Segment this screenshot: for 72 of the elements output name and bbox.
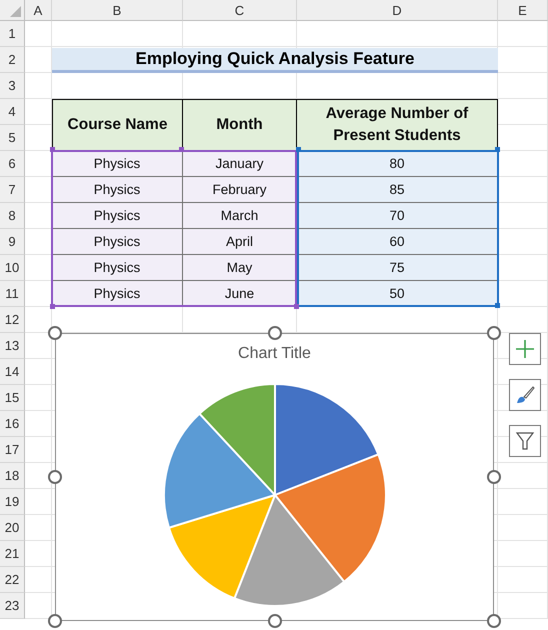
resize-handle[interactable] (268, 614, 282, 628)
selection-handle[interactable] (294, 304, 299, 309)
brush-icon (515, 385, 535, 405)
filter-icon (515, 431, 535, 451)
row-header[interactable]: 2 (0, 47, 25, 73)
column-header[interactable]: B (52, 0, 183, 21)
table-cell: April (183, 229, 297, 255)
row-header[interactable]: 14 (0, 359, 25, 385)
table-cell: 80 (297, 151, 498, 177)
table-cell: 75 (297, 255, 498, 281)
sheet-title: Employing Quick Analysis Feature (52, 48, 498, 73)
table-cell: January (183, 151, 297, 177)
row-header[interactable]: 10 (0, 255, 25, 281)
table-cell: Physics (52, 177, 183, 203)
selection-handle[interactable] (296, 147, 301, 152)
table-cell: Physics (52, 151, 183, 177)
selection-handle[interactable] (495, 147, 500, 152)
chart-elements-button[interactable] (509, 333, 541, 365)
row-header[interactable]: 4 (0, 99, 25, 125)
row-header[interactable]: 19 (0, 489, 25, 515)
row-header[interactable]: 21 (0, 541, 25, 567)
row-header[interactable]: 15 (0, 385, 25, 411)
table-cell: February (183, 177, 297, 203)
table-cell: 60 (297, 229, 498, 255)
column-header[interactable]: A (25, 0, 52, 21)
table-cell: Physics (52, 281, 183, 307)
table-cell: June (183, 281, 297, 307)
column-header[interactable]: C (183, 0, 297, 21)
column-header[interactable]: D (297, 0, 498, 21)
row-header[interactable]: 18 (0, 463, 25, 489)
chart-styles-button[interactable] (509, 379, 541, 411)
selection-handle[interactable] (495, 303, 500, 308)
row-header[interactable]: 1 (0, 21, 25, 47)
selection-handle[interactable] (179, 147, 184, 152)
table-cell: May (183, 255, 297, 281)
table-cell: Physics (52, 203, 183, 229)
row-header[interactable]: 6 (0, 151, 25, 177)
resize-handle[interactable] (487, 614, 501, 628)
resize-handle[interactable] (48, 470, 62, 484)
row-header[interactable]: 3 (0, 73, 25, 99)
chart-filters-button[interactable] (509, 425, 541, 457)
row-header[interactable]: 8 (0, 203, 25, 229)
column-heading: Course Name (52, 99, 183, 151)
selection-handle[interactable] (50, 304, 55, 309)
row-header[interactable]: 20 (0, 515, 25, 541)
table-cell: March (183, 203, 297, 229)
row-header[interactable]: 23 (0, 593, 25, 619)
column-header[interactable]: E (498, 0, 548, 21)
selection-handle[interactable] (50, 147, 55, 152)
table-cell: 85 (297, 177, 498, 203)
row-header[interactable]: 9 (0, 229, 25, 255)
table-cell: Physics (52, 255, 183, 281)
row-header[interactable]: 16 (0, 411, 25, 437)
row-header[interactable]: 22 (0, 567, 25, 593)
row-header[interactable]: 7 (0, 177, 25, 203)
table-cell: Physics (52, 229, 183, 255)
column-heading: Month (183, 99, 297, 151)
resize-handle[interactable] (48, 614, 62, 628)
resize-handle[interactable] (268, 326, 282, 340)
resize-handle[interactable] (48, 326, 62, 340)
resize-handle[interactable] (487, 470, 501, 484)
row-header[interactable]: 17 (0, 437, 25, 463)
plus-icon (515, 339, 535, 359)
row-header[interactable]: 12 (0, 307, 25, 333)
row-header[interactable]: 5 (0, 125, 25, 151)
resize-handle[interactable] (487, 326, 501, 340)
table-cell: 50 (297, 281, 498, 307)
table-cell: 70 (297, 203, 498, 229)
row-header[interactable]: 11 (0, 281, 25, 307)
column-heading: Average Number of Present Students (297, 99, 498, 151)
row-header[interactable]: 13 (0, 333, 25, 359)
chart-title: Chart Title (238, 344, 311, 364)
